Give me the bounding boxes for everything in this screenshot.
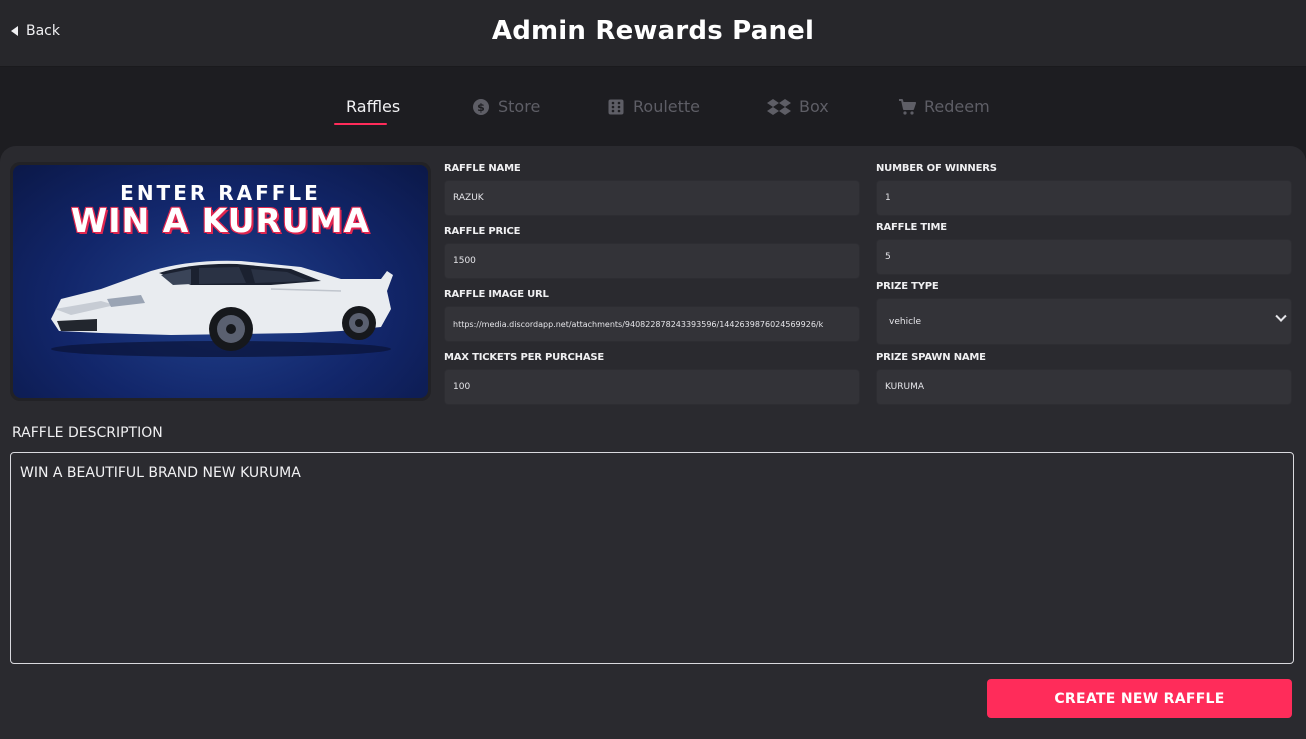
prize-type-select[interactable]: vehicle: [876, 298, 1292, 345]
tab-raffles[interactable]: Raffles: [346, 97, 400, 116]
raffle-description-textarea[interactable]: WIN A BEAUTIFUL BRAND NEW KURUMA: [10, 452, 1294, 664]
prize-spawn-name-input[interactable]: KURUMA: [876, 369, 1292, 405]
tab-roulette-label: Roulette: [633, 97, 701, 116]
raffle-name-label: RAFFLE NAME: [444, 163, 521, 174]
raffle-image-preview: ENTER RAFFLE WIN A KURUMA: [10, 162, 431, 401]
raffle-form-panel: ENTER RAFFLE WIN A KURUMA RAFFLE NAME RA…: [0, 146, 1306, 739]
cart-icon: [899, 98, 916, 115]
tab-redeem-label: Redeem: [924, 97, 990, 116]
dice-icon: [608, 99, 624, 114]
tab-box-label: Box: [799, 97, 829, 116]
prize-type-value: vehicle: [889, 316, 922, 327]
raffle-image-url-input[interactable]: https://media.discordapp.net/attachments…: [444, 306, 860, 342]
raffle-description-label: RAFFLE DESCRIPTION: [12, 425, 163, 441]
dropbox-icon: [767, 98, 791, 115]
dollar-coin-icon: $: [473, 98, 489, 115]
raffle-name-input[interactable]: RAZUK: [444, 180, 860, 216]
page-title: Admin Rewards Panel: [491, 16, 815, 46]
tab-raffles-label: Raffles: [346, 97, 401, 116]
tab-box[interactable]: Box: [767, 97, 829, 116]
raffle-time-input[interactable]: 5: [876, 239, 1292, 275]
chevron-down-icon: [1275, 310, 1287, 322]
raffle-image-url-label: RAFFLE IMAGE URL: [444, 289, 549, 300]
max-tickets-input[interactable]: 100: [444, 369, 860, 405]
svg-text:$: $: [477, 101, 485, 114]
raffle-price-label: RAFFLE PRICE: [444, 226, 521, 237]
tab-store-label: Store: [498, 97, 541, 116]
prize-spawn-name-label: PRIZE SPAWN NAME: [876, 352, 986, 363]
raffle-time-label: RAFFLE TIME: [876, 222, 947, 233]
max-tickets-label: MAX TICKETS PER PURCHASE: [444, 352, 605, 363]
create-raffle-button[interactable]: CREATE NEW RAFFLE: [987, 679, 1292, 718]
top-bar: Back Admin Rewards Panel: [0, 0, 1306, 67]
raffle-price-input[interactable]: 1500: [444, 243, 860, 279]
number-of-winners-label: NUMBER OF WINNERS: [876, 163, 997, 174]
tab-redeem[interactable]: Redeem: [898, 97, 990, 116]
prize-type-label: PRIZE TYPE: [876, 281, 939, 292]
number-of-winners-input[interactable]: 1: [876, 180, 1292, 216]
tab-store[interactable]: $ Store: [472, 97, 540, 116]
raffle-image: ENTER RAFFLE WIN A KURUMA: [13, 165, 428, 398]
tab-roulette[interactable]: Roulette: [607, 97, 700, 116]
image-title-line2: WIN A KURUMA: [70, 201, 371, 240]
tab-bar: Raffles $ Store Roulette Box Redeem: [0, 67, 1306, 147]
car-illustration: [51, 260, 393, 357]
active-tab-indicator: [334, 123, 387, 125]
